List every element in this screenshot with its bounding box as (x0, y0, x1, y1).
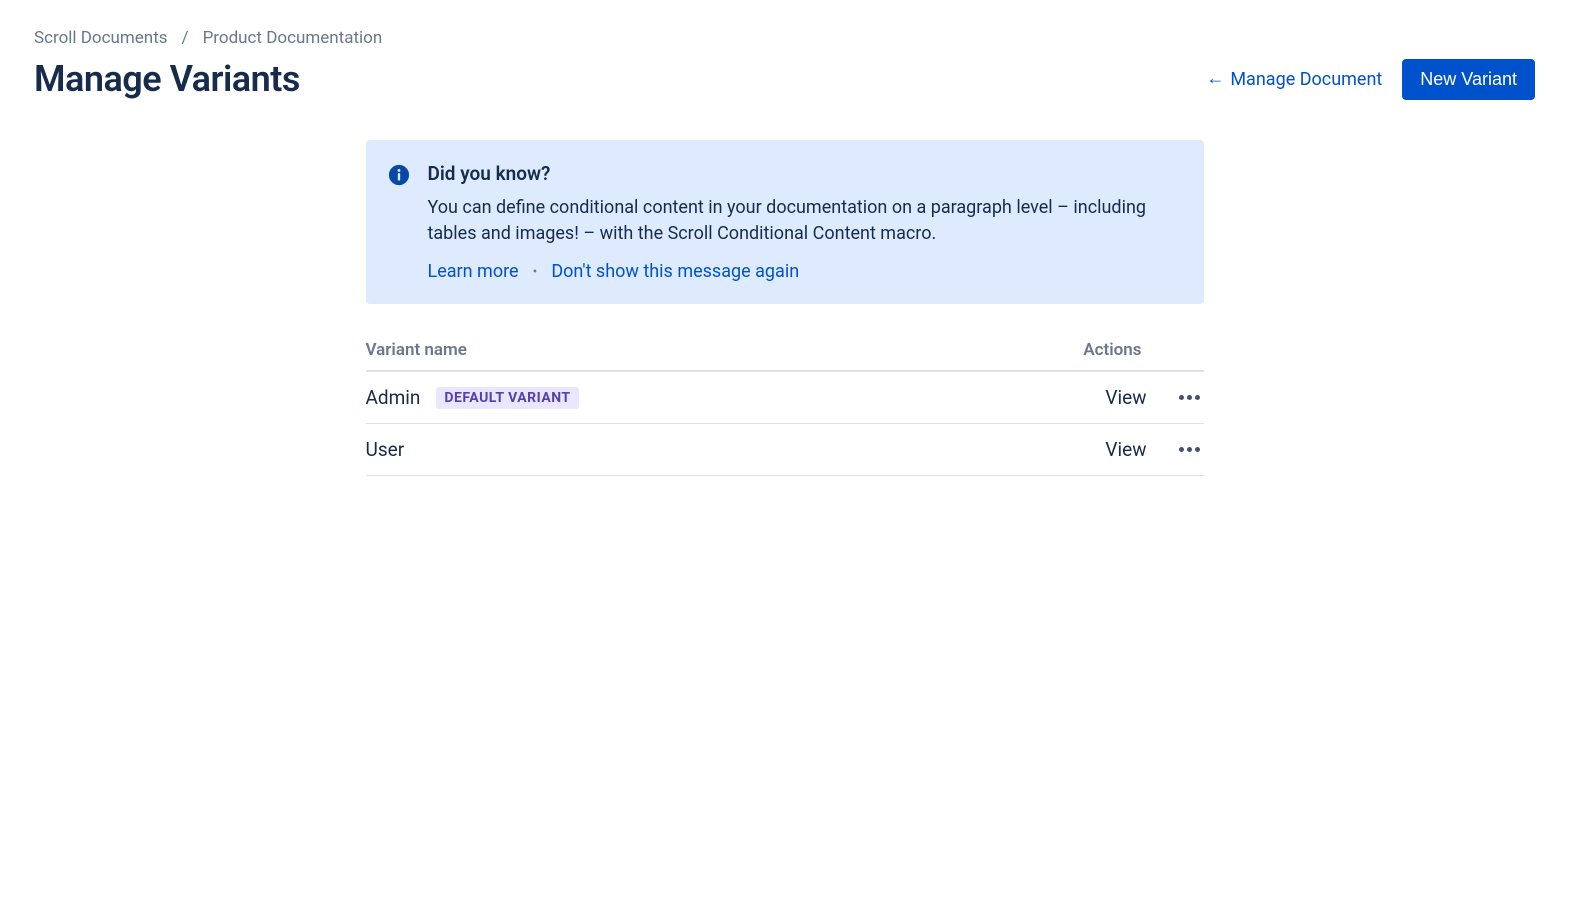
more-icon (1195, 395, 1200, 400)
more-icon (1179, 447, 1184, 452)
variants-table: Variant name Actions Admin DEFAULT VARIA… (366, 340, 1204, 476)
breadcrumb-item-scroll-documents[interactable]: Scroll Documents (34, 28, 168, 48)
info-content: Did you know? You can define conditional… (428, 162, 1178, 282)
more-icon (1187, 395, 1192, 400)
view-link[interactable]: View (1105, 438, 1146, 461)
manage-document-label: Manage Document (1230, 69, 1382, 90)
info-title: Did you know? (428, 162, 1178, 185)
dismiss-info-link[interactable]: Don't show this message again (551, 261, 799, 282)
table-row: Admin DEFAULT VARIANT View (366, 372, 1204, 424)
variant-name: User (366, 438, 405, 461)
arrow-left-icon: ← (1206, 70, 1224, 88)
breadcrumb-separator: / (182, 28, 189, 48)
more-icon (1179, 395, 1184, 400)
info-links: Learn more • Don't show this message aga… (428, 261, 1178, 282)
more-icon (1195, 447, 1200, 452)
info-body: You can define conditional content in yo… (428, 195, 1178, 247)
variant-name: Admin (366, 386, 421, 409)
breadcrumb-item-product-documentation[interactable]: Product Documentation (203, 28, 383, 48)
page-title: Manage Variants (34, 58, 300, 100)
new-variant-button[interactable]: New Variant (1402, 59, 1535, 100)
row-left: User (366, 438, 405, 461)
learn-more-link[interactable]: Learn more (428, 261, 519, 282)
header-actions: ← Manage Document New Variant (1206, 59, 1535, 100)
row-left: Admin DEFAULT VARIANT (366, 386, 579, 409)
more-actions-button[interactable] (1175, 391, 1204, 404)
column-header-name: Variant name (366, 340, 467, 360)
link-separator: • (533, 264, 538, 280)
page-header: Manage Variants ← Manage Document New Va… (34, 58, 1535, 100)
default-variant-badge: DEFAULT VARIANT (436, 387, 578, 409)
breadcrumb: Scroll Documents / Product Documentation (34, 28, 1535, 48)
view-link[interactable]: View (1105, 386, 1146, 409)
table-header: Variant name Actions (366, 340, 1204, 372)
row-actions: View (1105, 386, 1203, 409)
content-area: Did you know? You can define conditional… (366, 140, 1204, 476)
info-icon (388, 164, 410, 186)
more-icon (1187, 447, 1192, 452)
more-actions-button[interactable] (1175, 443, 1204, 456)
info-panel: Did you know? You can define conditional… (366, 140, 1204, 304)
manage-document-link[interactable]: ← Manage Document (1206, 69, 1382, 90)
column-header-actions: Actions (1083, 340, 1203, 360)
table-row: User View (366, 424, 1204, 476)
row-actions: View (1105, 438, 1203, 461)
